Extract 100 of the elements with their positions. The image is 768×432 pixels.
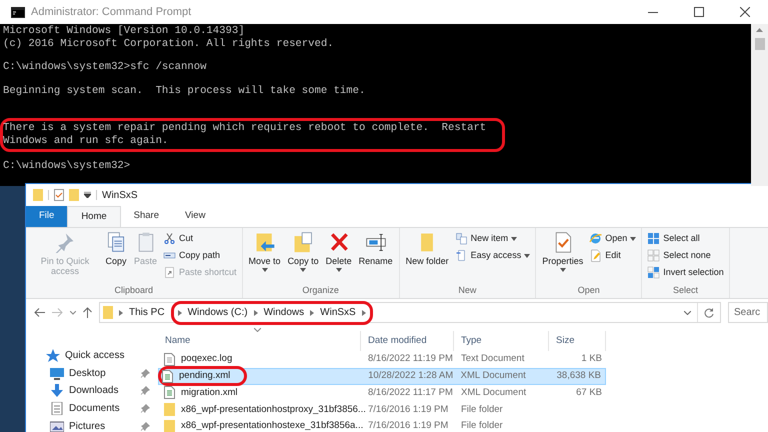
chevron-right-icon — [310, 310, 314, 316]
pin-icon — [54, 231, 76, 253]
group-label: Organize — [301, 284, 340, 297]
document-icon — [162, 370, 173, 383]
file-name: x86_wpf-presentationhostexe_31bf3856a... — [181, 419, 364, 432]
console-icon — [11, 6, 25, 18]
address-bar[interactable]: This PC Windows (C:) Windows WinSxS — [99, 302, 721, 323]
back-arrow-icon[interactable] — [34, 308, 45, 317]
column-header[interactable]: Name — [158, 331, 361, 351]
file-row[interactable]: migration.xml 8/16/2022 11:17 PM XML Document 67 KB — [158, 384, 606, 402]
ribbon-button[interactable]: Properties — [539, 228, 586, 272]
folder-icon — [103, 306, 113, 319]
shortcut-icon — [163, 266, 176, 279]
console-line: There is a system repair pending which requires reboot to complete. Restart — [3, 122, 486, 135]
ribbon-button[interactable]: Move to — [246, 228, 284, 272]
type-cell-text: Text Document — [460, 352, 526, 366]
ribbon-button[interactable]: Select none — [645, 247, 726, 264]
chevron-right-icon — [119, 310, 123, 316]
monitor-icon — [50, 366, 64, 380]
ribbon-button[interactable]: Delete — [322, 228, 355, 272]
column-header[interactable]: Size — [549, 331, 606, 351]
picture-icon — [50, 420, 64, 432]
nav-item[interactable]: Downloads — [46, 382, 158, 400]
nav-item[interactable]: Documents — [46, 400, 158, 418]
ribbon-button[interactable]: Invert selection — [645, 264, 726, 281]
scroll-thumb[interactable] — [754, 38, 764, 50]
chevron-down-icon[interactable] — [684, 310, 691, 314]
date-cell-text: 8/16/2022 11:19 PM — [367, 352, 454, 366]
nav-item[interactable]: Pictures — [46, 417, 158, 432]
group-label: New — [457, 284, 478, 297]
ribbon-tab[interactable]: File — [26, 206, 68, 227]
size-cell-text: 38,638 KB — [556, 368, 602, 383]
ribbon-button[interactable]: New item — [452, 230, 532, 247]
document-icon — [164, 352, 175, 366]
ribbon-button[interactable]: Open — [587, 230, 638, 247]
grid-icon — [647, 249, 660, 262]
ribbon-tab[interactable]: Share — [120, 206, 172, 227]
properties-icon[interactable] — [54, 189, 64, 201]
window-title: Administrator: Command Prompt — [31, 4, 192, 20]
file-row[interactable]: pending.xml 10/28/2022 1:28 AM XML Document 38,638 KB — [158, 368, 606, 385]
file-name: pending.xml — [179, 368, 230, 383]
breadcrumb-item[interactable]: This PC — [129, 305, 165, 320]
maximize-icon — [694, 7, 704, 17]
close-icon — [740, 7, 750, 17]
ribbon-button[interactable]: Easy access — [452, 247, 532, 264]
nav-item[interactable]: Desktop — [46, 364, 158, 382]
date-cell-text: 8/16/2022 11:17 PM — [367, 386, 454, 400]
column-header[interactable]: Type — [454, 331, 549, 351]
file-row[interactable]: x86_wpf-presentationhostproxy_31bf3856... 7/16/2016 1:19 PM File folder — [158, 401, 606, 418]
scroll-up-icon — [756, 28, 763, 32]
star-icon — [46, 349, 60, 362]
folder-icon — [164, 420, 175, 432]
breadcrumb-item[interactable]: Windows — [264, 305, 304, 320]
date-cell-text: 7/16/2016 1:19 PM — [367, 419, 450, 432]
new-item-icon — [454, 232, 468, 245]
date-cell-text: 10/28/2022 1:28 AM — [367, 368, 454, 383]
edit-icon — [589, 249, 602, 262]
group-label: Clipboard — [114, 284, 154, 297]
ribbon-button[interactable]: Select all — [645, 230, 726, 247]
console-line: Microsoft Windows [Version 10.0.14393] — [3, 25, 245, 38]
ribbon-button[interactable]: Copy — [102, 228, 130, 266]
chevron-right-icon — [178, 310, 182, 316]
console-line: C:\windows\system32> — [3, 160, 130, 172]
size-cell-text: 1 KB — [580, 352, 603, 366]
search-field[interactable]: Searc — [728, 302, 768, 323]
console-line: Beginning system scan. This process will take some time. — [3, 84, 366, 98]
ribbon-button[interactable]: Cut — [161, 230, 239, 247]
chevron-down-icon[interactable] — [70, 310, 76, 314]
easy-access-icon — [454, 249, 468, 262]
group-label: Open — [576, 284, 601, 297]
breadcrumb-item[interactable]: Windows (C:) — [188, 305, 248, 320]
grid-icon — [647, 266, 660, 279]
rename-icon — [364, 231, 387, 253]
column-header[interactable]: Date modified — [361, 331, 454, 351]
ribbon-button[interactable]: Copy path — [161, 247, 239, 264]
folder-arrow-icon — [254, 231, 276, 253]
ribbon-button[interactable]: Edit — [587, 247, 638, 264]
nav-item[interactable]: Quick access — [46, 347, 158, 365]
ribbon-tab[interactable]: View — [172, 206, 218, 227]
file-row[interactable]: x86_wpf-presentationhostexe_31bf3856a... 7/16/2016 1:19 PM File folder — [158, 418, 606, 432]
breadcrumb-item[interactable]: WinSxS — [320, 305, 356, 320]
type-cell-text: XML Document — [460, 368, 527, 383]
folder-icon — [164, 403, 175, 416]
document-icon — [50, 402, 64, 416]
type-cell-text: File folder — [460, 402, 504, 417]
ribbon-button[interactable]: Rename — [356, 228, 396, 266]
scissors-icon — [163, 232, 176, 245]
ribbon-tab[interactable]: Home — [67, 206, 121, 227]
ribbon-button[interactable]: Copy to — [284, 228, 322, 272]
file-name: poqexec.log — [181, 352, 232, 366]
file-name: migration.xml — [181, 386, 238, 400]
up-arrow-icon[interactable] — [83, 307, 92, 318]
console-line: (c) 2016 Microsoft Corporation. All rights reserved. — [3, 38, 334, 50]
refresh-icon[interactable] — [704, 308, 714, 318]
group-label: Select — [672, 284, 700, 297]
document-icon — [164, 386, 175, 400]
ribbon-button[interactable]: New folder — [402, 228, 452, 266]
size-cell-text: 67 KB — [575, 386, 603, 400]
file-row[interactable]: poqexec.log 8/16/2022 11:19 PM Text Document 1 KB — [158, 350, 606, 368]
customize-arrow-icon[interactable] — [84, 192, 91, 198]
